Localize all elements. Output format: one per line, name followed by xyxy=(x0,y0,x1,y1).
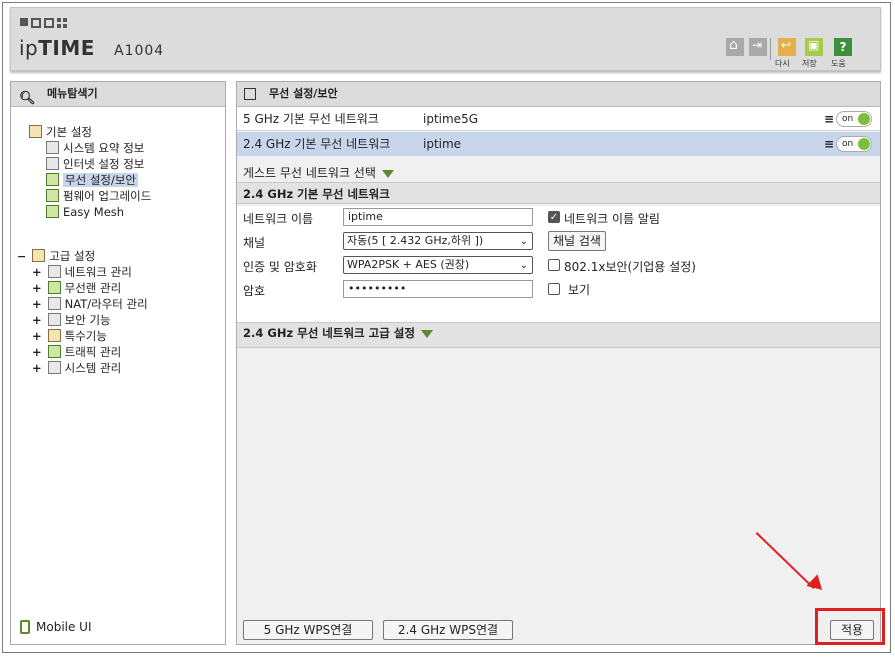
chevron-down-icon: ⌄ xyxy=(519,260,528,271)
tree-basic-settings[interactable]: 기본 설정 xyxy=(29,124,92,140)
wifi-icon: ≡ xyxy=(823,137,834,151)
tree-item-special[interactable]: + 특수기능 xyxy=(32,328,107,344)
magnifier-icon: 🔍︎ xyxy=(19,91,36,106)
folder-icon xyxy=(32,249,46,262)
tree-advanced-settings[interactable]: − 고급 설정 xyxy=(17,248,95,264)
divider xyxy=(770,38,771,60)
expand-toggle[interactable]: + xyxy=(32,265,42,279)
wifi-lock-icon: ≡ xyxy=(823,112,834,126)
tree-item-internet-info[interactable]: 인터넷 설정 정보 xyxy=(46,156,144,172)
expand-arrow-icon xyxy=(381,169,394,178)
wifi-icon xyxy=(47,281,61,294)
chevron-down-icon: ⌄ xyxy=(519,236,528,247)
auth-select[interactable]: WPA2PSK + AES (권장) ⌄ xyxy=(343,256,533,274)
section-title: 2.4 GHz 기본 무선 네트워크 xyxy=(237,182,880,204)
tree-item-traffic[interactable]: + 트래픽 관리 xyxy=(32,344,121,360)
panel-title: 무선 설정/보안 xyxy=(237,82,880,107)
expand-toggle[interactable]: + xyxy=(32,297,42,311)
logout-icon[interactable] xyxy=(749,38,767,56)
monitor-icon xyxy=(46,157,59,170)
chart-icon xyxy=(47,361,61,374)
channel-search-button[interactable]: 채널 검색 xyxy=(548,231,606,251)
expand-toggle[interactable]: + xyxy=(32,313,42,327)
tree-item-easy-mesh[interactable]: Easy Mesh xyxy=(46,204,124,220)
enterprise-checkbox[interactable] xyxy=(548,259,560,271)
expand-toggle[interactable]: + xyxy=(32,281,42,295)
collapse-toggle[interactable]: − xyxy=(17,250,26,263)
guest-network-selector[interactable]: 게스트 무선 네트워크 선택 xyxy=(243,164,394,181)
brand-logo: ipTIME xyxy=(19,36,95,60)
toggle-5ghz[interactable]: on xyxy=(836,111,872,127)
wps-5ghz-button[interactable]: 5 GHz WPS연결 xyxy=(243,620,373,640)
network-row-5ghz[interactable]: 5 GHz 기본 무선 네트워크 iptime5G ≡ on xyxy=(237,107,880,131)
tree-item-wireless-security[interactable]: 무선 설정/보안 xyxy=(46,172,139,188)
wifi-icon xyxy=(46,173,59,186)
advanced-settings-title[interactable]: 2.4 GHz 무선 네트워크 고급 설정 xyxy=(243,325,433,341)
expand-toggle[interactable]: + xyxy=(32,345,42,359)
home-icon[interactable] xyxy=(726,37,744,56)
wps-24ghz-button[interactable]: 2.4 GHz WPS연결 xyxy=(383,620,513,640)
help-label: 도움 xyxy=(831,59,846,68)
tree-item-firmware-upgrade[interactable]: 펌웨어 업그레이드 xyxy=(46,188,151,204)
save-icon[interactable] xyxy=(805,38,823,56)
mobile-ui-link[interactable]: Mobile UI xyxy=(20,620,92,634)
menu-explorer-title: 🔍︎ 메뉴탐색기 xyxy=(11,82,225,107)
network-icon xyxy=(47,265,61,278)
broadcast-checkbox[interactable]: ✓ xyxy=(548,211,560,223)
broadcast-label: 네트워크 이름 알림 xyxy=(564,212,660,226)
mobile-icon xyxy=(20,620,30,634)
tree-item-wlan-mgmt[interactable]: + 무선랜 관리 xyxy=(32,280,121,296)
folder-icon xyxy=(47,329,61,342)
chart-icon xyxy=(46,141,59,154)
window-icon xyxy=(244,88,256,100)
password-input[interactable]: ••••••••• xyxy=(343,280,533,298)
show-password-label: 보기 xyxy=(568,283,591,297)
channel-label: 채널 xyxy=(243,236,266,250)
enterprise-label: 802.1x보안(기업용 설정) xyxy=(564,260,696,274)
network-row-24ghz[interactable]: 2.4 GHz 기본 무선 네트워크 iptime ≡ on xyxy=(237,132,880,156)
mesh-icon xyxy=(46,205,59,218)
network-name-label: 네트워크 이름 xyxy=(243,212,314,226)
save-label: 저장 xyxy=(802,59,817,68)
show-password-checkbox[interactable] xyxy=(548,283,560,295)
upgrade-icon xyxy=(46,189,59,202)
tree-item-network-mgmt[interactable]: + 네트워크 관리 xyxy=(32,264,132,280)
password-label: 암호 xyxy=(243,284,266,298)
router-icon xyxy=(47,297,61,310)
tree-item-security[interactable]: + 보안 기능 xyxy=(32,312,111,328)
channel-select[interactable]: 자동(5 [ 2.432 GHz,하위 ]) ⌄ xyxy=(343,232,533,250)
header-bar: ipTIME A1004 다시 저장 ? 도움 xyxy=(10,7,881,71)
tree-item-system-mgmt[interactable]: + 시스템 관리 xyxy=(32,360,121,376)
annotation-highlight-box xyxy=(815,608,885,645)
logo-mark xyxy=(20,18,70,28)
wireless-form: 네트워크 이름 iptime ✓ 네트워크 이름 알림 채널 자동(5 [ 2.… xyxy=(237,206,880,322)
menu-explorer-panel: 🔍︎ 메뉴탐색기 기본 설정 시스템 요약 정보 인터넷 설정 정보 무선 설정… xyxy=(10,81,226,645)
model-name: A1004 xyxy=(114,43,165,59)
expand-toggle[interactable]: + xyxy=(32,361,42,375)
auth-label: 인증 및 암호화 xyxy=(243,260,317,274)
traffic-icon xyxy=(47,345,61,358)
back-label: 다시 xyxy=(775,59,790,68)
tree-item-nat-router[interactable]: + NAT/라우터 관리 xyxy=(32,296,148,312)
toggle-24ghz[interactable]: on xyxy=(836,136,872,152)
lock-icon xyxy=(47,313,61,326)
network-name-input[interactable]: iptime xyxy=(343,208,533,226)
back-icon[interactable] xyxy=(778,38,796,56)
expand-arrow-icon xyxy=(420,329,433,338)
expand-toggle[interactable]: + xyxy=(32,329,42,343)
help-icon[interactable]: ? xyxy=(834,38,852,56)
folder-icon xyxy=(29,125,42,138)
tree-item-system-summary[interactable]: 시스템 요약 정보 xyxy=(46,140,144,156)
